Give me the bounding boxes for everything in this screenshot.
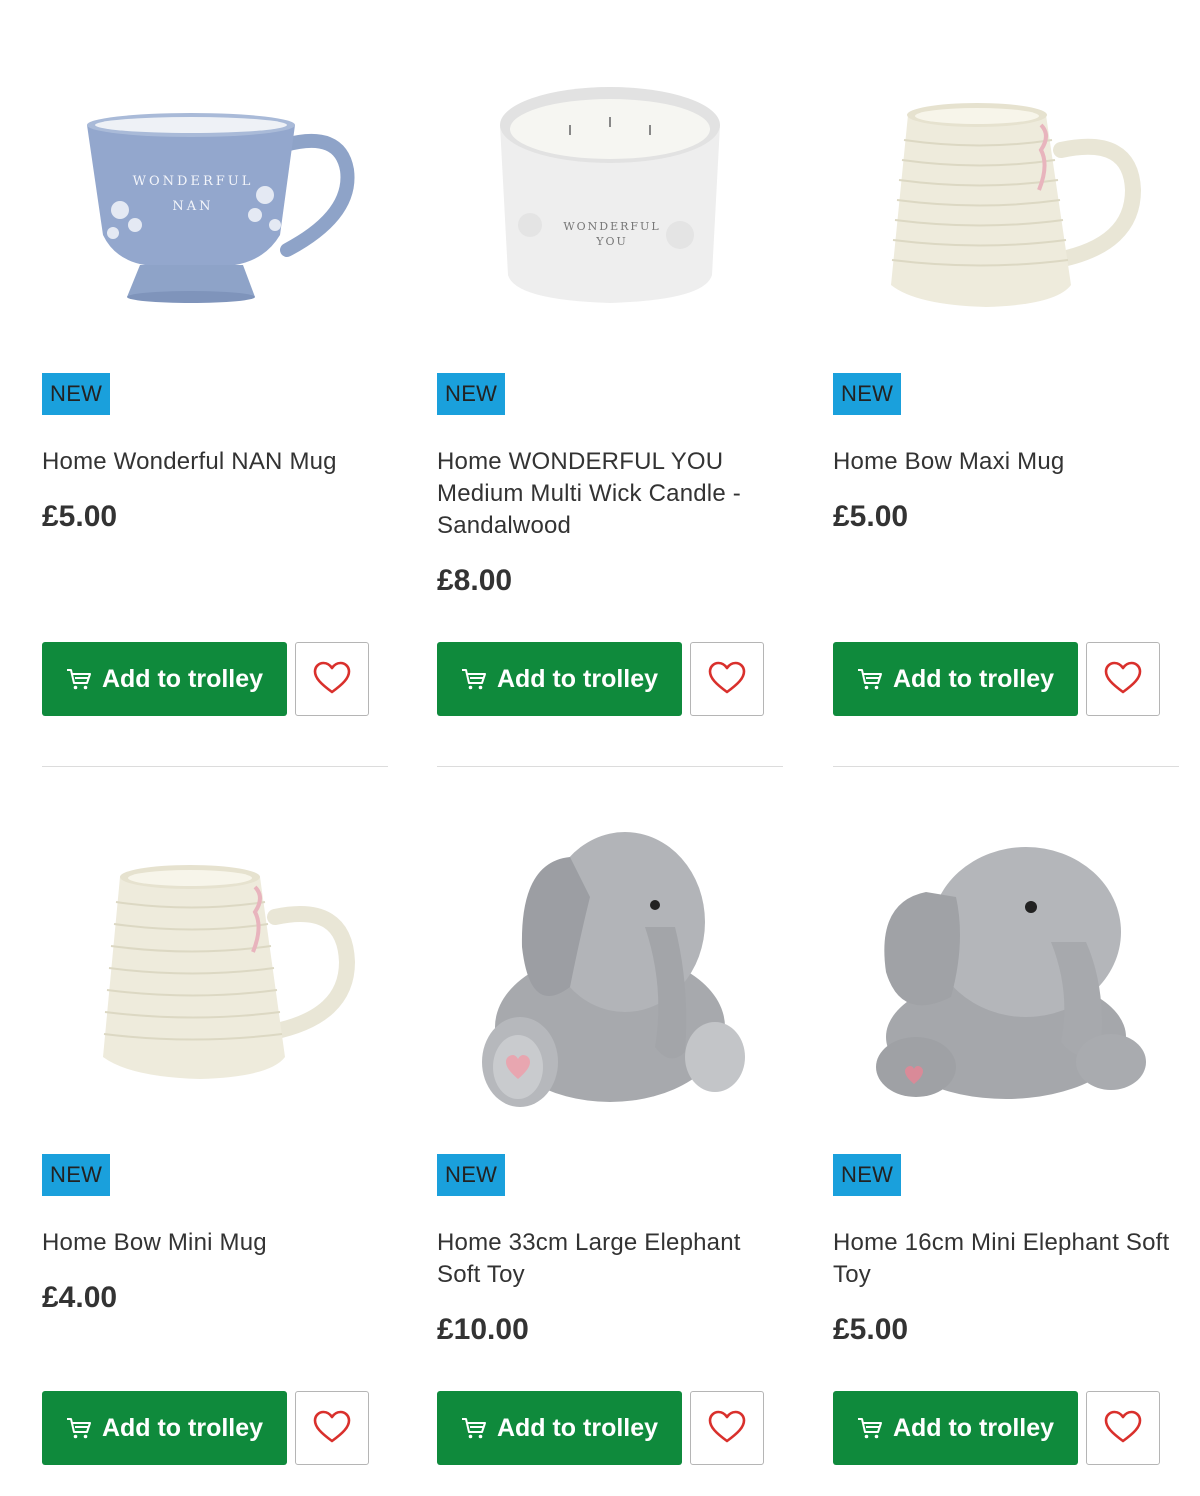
trolley-icon — [66, 667, 92, 691]
product-card: NEW Home Bow Mini Mug £4.00 Add to troll… — [42, 766, 388, 1465]
add-to-trolley-button[interactable]: Add to trolley — [833, 1391, 1078, 1465]
favourite-button[interactable] — [690, 642, 764, 716]
heart-icon — [313, 661, 351, 698]
add-to-trolley-button[interactable]: Add to trolley — [833, 642, 1078, 716]
svg-text:NAN: NAN — [172, 199, 213, 214]
candle-image: WONDERFUL YOU — [500, 87, 720, 303]
new-badge: NEW — [42, 1154, 111, 1196]
mug-image — [103, 865, 356, 1079]
add-to-trolley-button[interactable]: Add to trolley — [437, 642, 682, 716]
svg-text:WONDERFUL: WONDERFUL — [133, 174, 254, 189]
heart-icon — [708, 661, 746, 698]
new-badge: NEW — [437, 1154, 506, 1196]
add-to-trolley-label: Add to trolley — [101, 664, 264, 693]
elephant-toy-image — [482, 832, 745, 1107]
heart-icon — [313, 1410, 351, 1447]
mug-image — [891, 103, 1142, 307]
product-grid: WONDERFUL NAN NEW Home Wonderful NAN Mug… — [0, 0, 1200, 1496]
trolley-icon — [66, 1416, 92, 1440]
trolley-icon — [857, 1416, 883, 1440]
mug-image: WONDERFUL NAN — [87, 113, 355, 303]
product-card: NEW Home 16cm Mini Elephant Soft Toy £5.… — [833, 766, 1179, 1465]
svg-text:WONDERFUL: WONDERFUL — [563, 220, 660, 233]
favourite-button[interactable] — [690, 1391, 764, 1465]
product-price: £8.00 — [437, 564, 513, 597]
product-image[interactable]: WONDERFUL NAN — [42, 40, 388, 360]
elephant-toy-image — [876, 847, 1146, 1099]
product-title[interactable]: Home 33cm Large Elephant Soft Toy — [437, 1227, 777, 1291]
trolley-icon — [857, 667, 883, 691]
add-to-trolley-label: Add to trolley — [496, 1413, 659, 1442]
add-to-trolley-button[interactable]: Add to trolley — [42, 642, 287, 716]
product-price: £5.00 — [833, 500, 909, 533]
add-to-trolley-button[interactable]: Add to trolley — [42, 1391, 287, 1465]
product-price: £10.00 — [437, 1313, 529, 1346]
product-image[interactable]: WONDERFUL YOU — [437, 40, 783, 360]
product-card: NEW Home 33cm Large Elephant Soft Toy £1… — [437, 766, 783, 1465]
add-to-trolley-label: Add to trolley — [101, 1413, 264, 1442]
new-badge: NEW — [437, 373, 506, 415]
product-image[interactable] — [833, 807, 1179, 1127]
favourite-button[interactable] — [295, 1391, 369, 1465]
favourite-button[interactable] — [1086, 1391, 1160, 1465]
product-price: £4.00 — [42, 1281, 118, 1314]
add-to-trolley-button[interactable]: Add to trolley — [437, 1391, 682, 1465]
heart-icon — [1104, 1410, 1142, 1447]
product-image[interactable] — [437, 807, 783, 1127]
add-to-trolley-label: Add to trolley — [892, 1413, 1055, 1442]
new-badge: NEW — [833, 1154, 902, 1196]
product-image[interactable] — [833, 40, 1179, 360]
product-price: £5.00 — [42, 500, 118, 533]
product-price: £5.00 — [833, 1313, 909, 1346]
product-title[interactable]: Home Wonderful NAN Mug — [42, 446, 382, 478]
heart-icon — [708, 1410, 746, 1447]
product-title[interactable]: Home Bow Mini Mug — [42, 1227, 382, 1259]
add-to-trolley-label: Add to trolley — [496, 664, 659, 693]
add-to-trolley-label: Add to trolley — [892, 664, 1055, 693]
product-title[interactable]: Home 16cm Mini Elephant Soft Toy — [833, 1227, 1173, 1291]
favourite-button[interactable] — [295, 642, 369, 716]
svg-text:YOU: YOU — [595, 235, 628, 248]
trolley-icon — [461, 1416, 487, 1440]
trolley-icon — [461, 667, 487, 691]
new-badge: NEW — [42, 373, 111, 415]
product-title[interactable]: Home Bow Maxi Mug — [833, 446, 1173, 478]
new-badge: NEW — [833, 373, 902, 415]
favourite-button[interactable] — [1086, 642, 1160, 716]
product-image[interactable] — [42, 807, 388, 1127]
heart-icon — [1104, 661, 1142, 698]
product-title[interactable]: Home WONDERFUL YOU Medium Multi Wick Can… — [437, 446, 777, 542]
